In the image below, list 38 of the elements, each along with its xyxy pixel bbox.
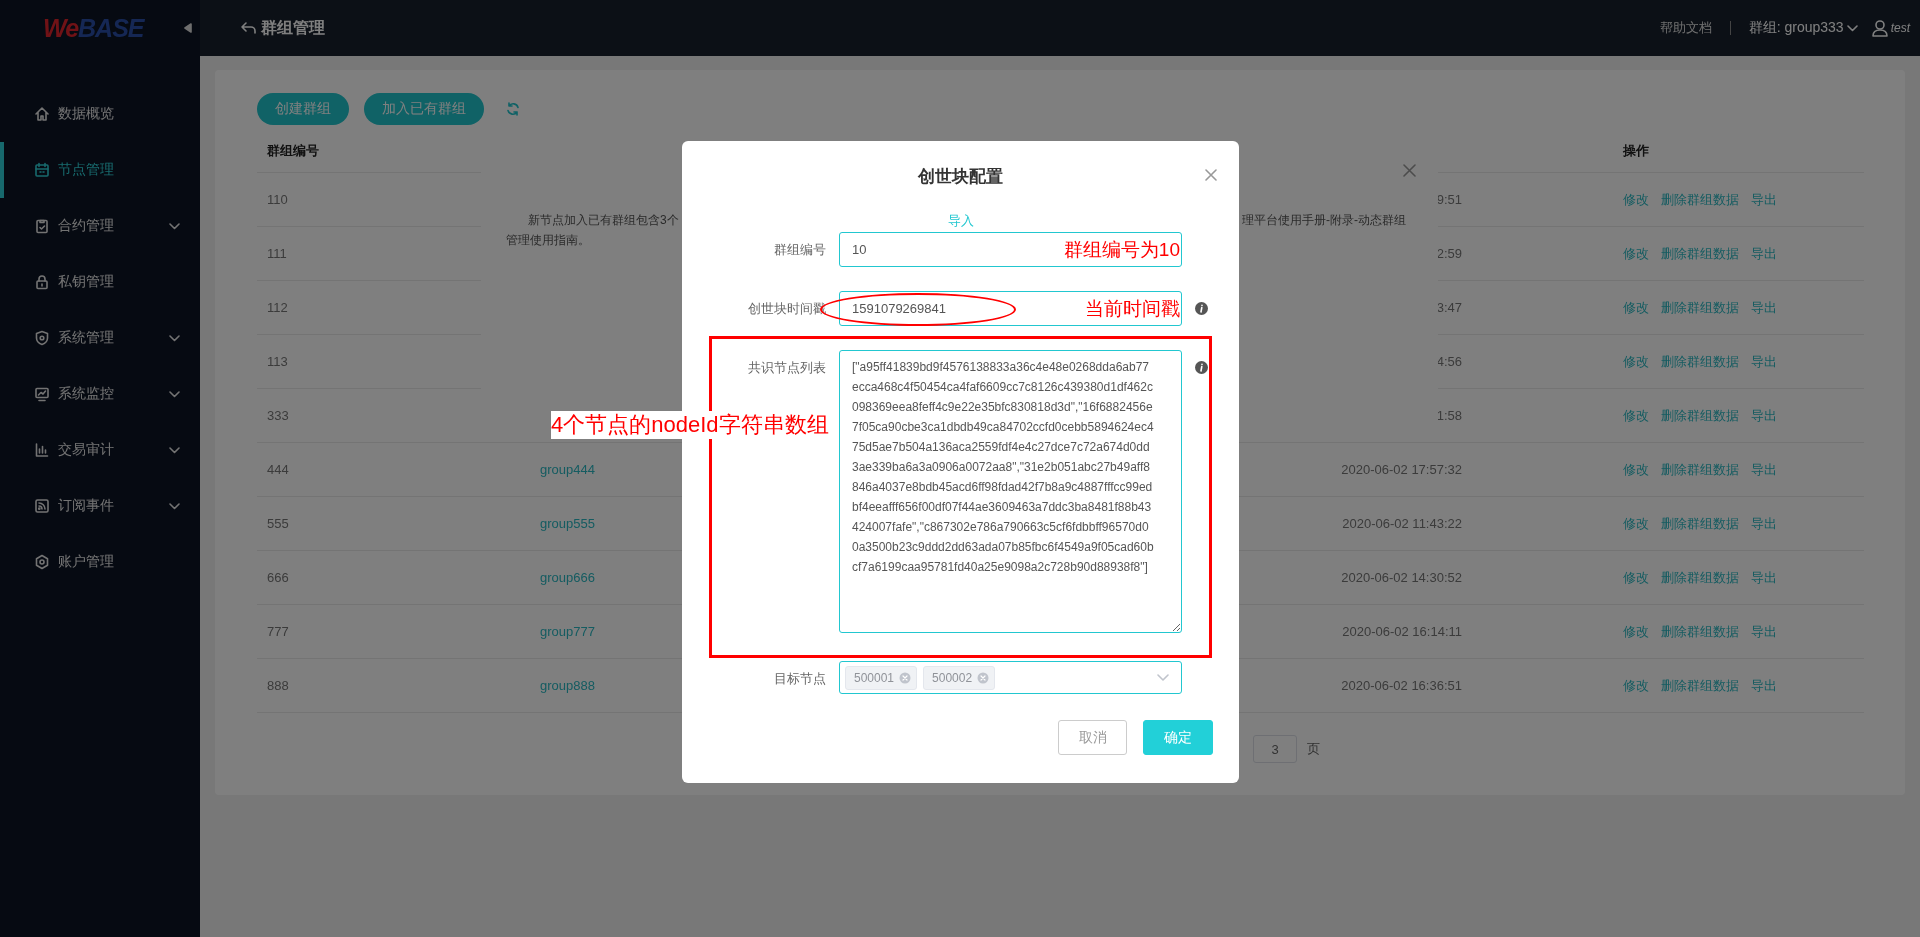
table-cell: 1:58 [1436,408,1462,423]
table-cell-text: 888 [266,678,289,693]
field-label: 共识节点列表 [748,359,826,377]
table-cell: 2020-06-02 11:43:22 [1342,516,1462,531]
modal-title: 创世块配置 [918,165,1003,188]
user-name: test [1890,21,1910,35]
table-cell-text: 555 [266,516,289,531]
table-cell: 9:51 [1436,192,1462,207]
field-label: 目标节点 [774,670,826,688]
table-cell-text: 333 [266,408,289,423]
tag-label: 500002 [932,670,973,685]
table-cell: 2020-06-02 17:57:32 [1341,462,1462,477]
field-label: 群组编号 [774,241,826,259]
table-cell: 2020-06-02 16:14:11 [1342,624,1462,639]
table-cell: 2020-06-02 16:36:51 [1341,678,1462,693]
dialog-text: 理平台使用手册-附录-动态群组 [1242,212,1406,229]
table-cell: 2020-06-02 14:30:52 [1341,570,1462,585]
dialog-text: 新节点加入已有群组包含3个 [527,212,679,229]
page-suffix: 页 [1307,740,1320,758]
annotation-text: 当前时间戳 [1085,296,1180,321]
column-header: 操作 [1622,142,1649,160]
annotation-text: 群组编号为10 [1063,237,1180,262]
logo: WeBASE [43,13,144,43]
table-cell-text: 112 [266,300,288,315]
table-cell-text: 111 [266,246,287,261]
table-cell-text: 444 [266,462,289,477]
tag-label: 500001 [854,670,895,685]
table-cell: 4:56 [1436,354,1462,369]
page-title: 群组管理 [261,17,326,38]
column-header: 群组编号 [266,142,319,160]
table-cell-text: 113 [266,354,288,369]
table-cell-text: 110 [266,192,288,207]
table-cell: 2:59 [1436,246,1462,261]
dialog-text: 管理使用指南。 [506,232,591,249]
annotation-text: 4个节点的nodeId字符串数组 [551,411,829,439]
table-cell: 3:47 [1436,300,1462,315]
table-cell-text: 666 [266,570,289,585]
table-cell-text: 777 [266,624,289,639]
